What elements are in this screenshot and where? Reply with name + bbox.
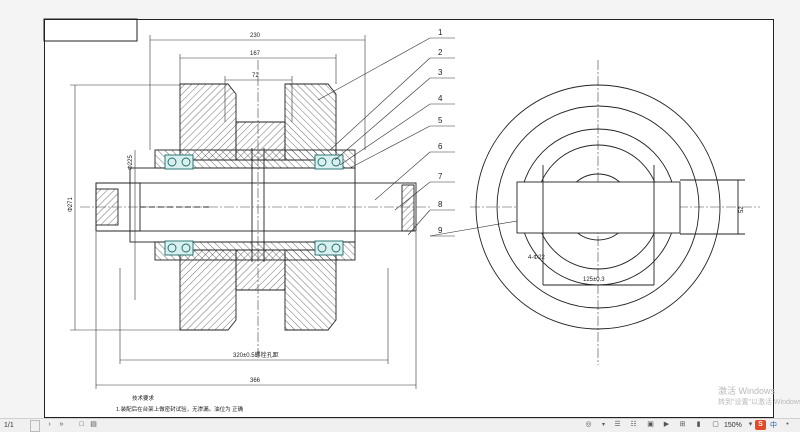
play-icon[interactable]: ▶ xyxy=(661,420,672,430)
balloon-4: 4 xyxy=(438,94,443,103)
dim-366: 366 xyxy=(250,378,261,384)
cad-drawing: 230 167 72 320±0.5螺栓孔距 366 Φ271 Φ225 4-Φ… xyxy=(43,18,760,413)
grid-icon[interactable]: ⊞ xyxy=(677,420,688,430)
dim-52: 52 xyxy=(739,206,745,213)
windows-activation-text: 转到"设置"以激活 Windows。 xyxy=(718,399,800,406)
end-view xyxy=(475,84,745,330)
balloon-labels: 1 2 3 4 5 6 7 8 9 xyxy=(438,28,443,235)
balloon-7: 7 xyxy=(438,172,443,181)
dim-bolt-spacing: 320±0.5螺栓孔距 xyxy=(233,351,279,359)
zoom-level[interactable]: 150% xyxy=(724,420,742,431)
ime-settings-icon[interactable]: • xyxy=(782,420,793,430)
dim-230: 230 xyxy=(250,33,261,39)
dropdown-icon[interactable]: ▾ xyxy=(598,420,609,430)
balloon-6: 6 xyxy=(438,142,443,151)
tech-note: 1.装配后在台架上做密封试验，无渗漏。油位为 正确 xyxy=(116,405,244,413)
fit-page-icon[interactable]: □ xyxy=(76,420,87,430)
balloon-5: 5 xyxy=(438,116,443,125)
layout-icon[interactable]: ▮ xyxy=(693,420,704,430)
balloon-9: 9 xyxy=(438,226,443,235)
frame-icon[interactable]: ▢ xyxy=(710,420,721,430)
title-block xyxy=(43,18,138,42)
windows-activation-title: 激活 Windows xyxy=(718,386,776,396)
dim-167: 167 xyxy=(250,51,261,57)
continuous-icon[interactable]: ☷ xyxy=(628,420,639,430)
view-mode-icon[interactable]: ◎ xyxy=(583,420,594,430)
ime-mode[interactable]: 中 xyxy=(770,420,777,431)
dim-72: 72 xyxy=(252,73,259,79)
last-page-icon[interactable]: » xyxy=(56,420,67,430)
drawing-canvas[interactable]: 230 167 72 320±0.5螺栓孔距 366 Φ271 Φ225 4-Φ… xyxy=(0,0,800,418)
dim-271: Φ271 xyxy=(68,197,74,212)
fit-width-icon[interactable]: ▤ xyxy=(88,420,99,430)
technical-requirements: 技术要求 1.装配后在台架上做密封试验，无渗漏。油位为 正确 xyxy=(116,394,244,413)
balloon-3: 3 xyxy=(438,68,443,77)
balloon-1: 1 xyxy=(438,28,443,37)
next-page-icon[interactable]: › xyxy=(44,420,55,430)
page-input[interactable] xyxy=(30,420,40,432)
dim-225: Φ225 xyxy=(128,155,134,170)
dim-125: 125±0.3 xyxy=(583,277,605,283)
single-page-icon[interactable]: ☰ xyxy=(612,420,623,430)
document-icon[interactable]: ▣ xyxy=(645,420,656,430)
page-indicator: 1/1 xyxy=(4,422,14,429)
balloon-8: 8 xyxy=(438,200,443,209)
dim-holes: 4-Φ22 xyxy=(528,255,545,261)
status-bar: 1/1 › » □ ▤ ◎ ▾ ☰ ☷ ▣ ▶ ⊞ ▮ ▢ 150% ▾ S 中… xyxy=(0,418,800,432)
ime-logo-icon[interactable]: S xyxy=(755,420,766,430)
balloon-2: 2 xyxy=(438,48,443,57)
tech-title: 技术要求 xyxy=(132,394,155,402)
